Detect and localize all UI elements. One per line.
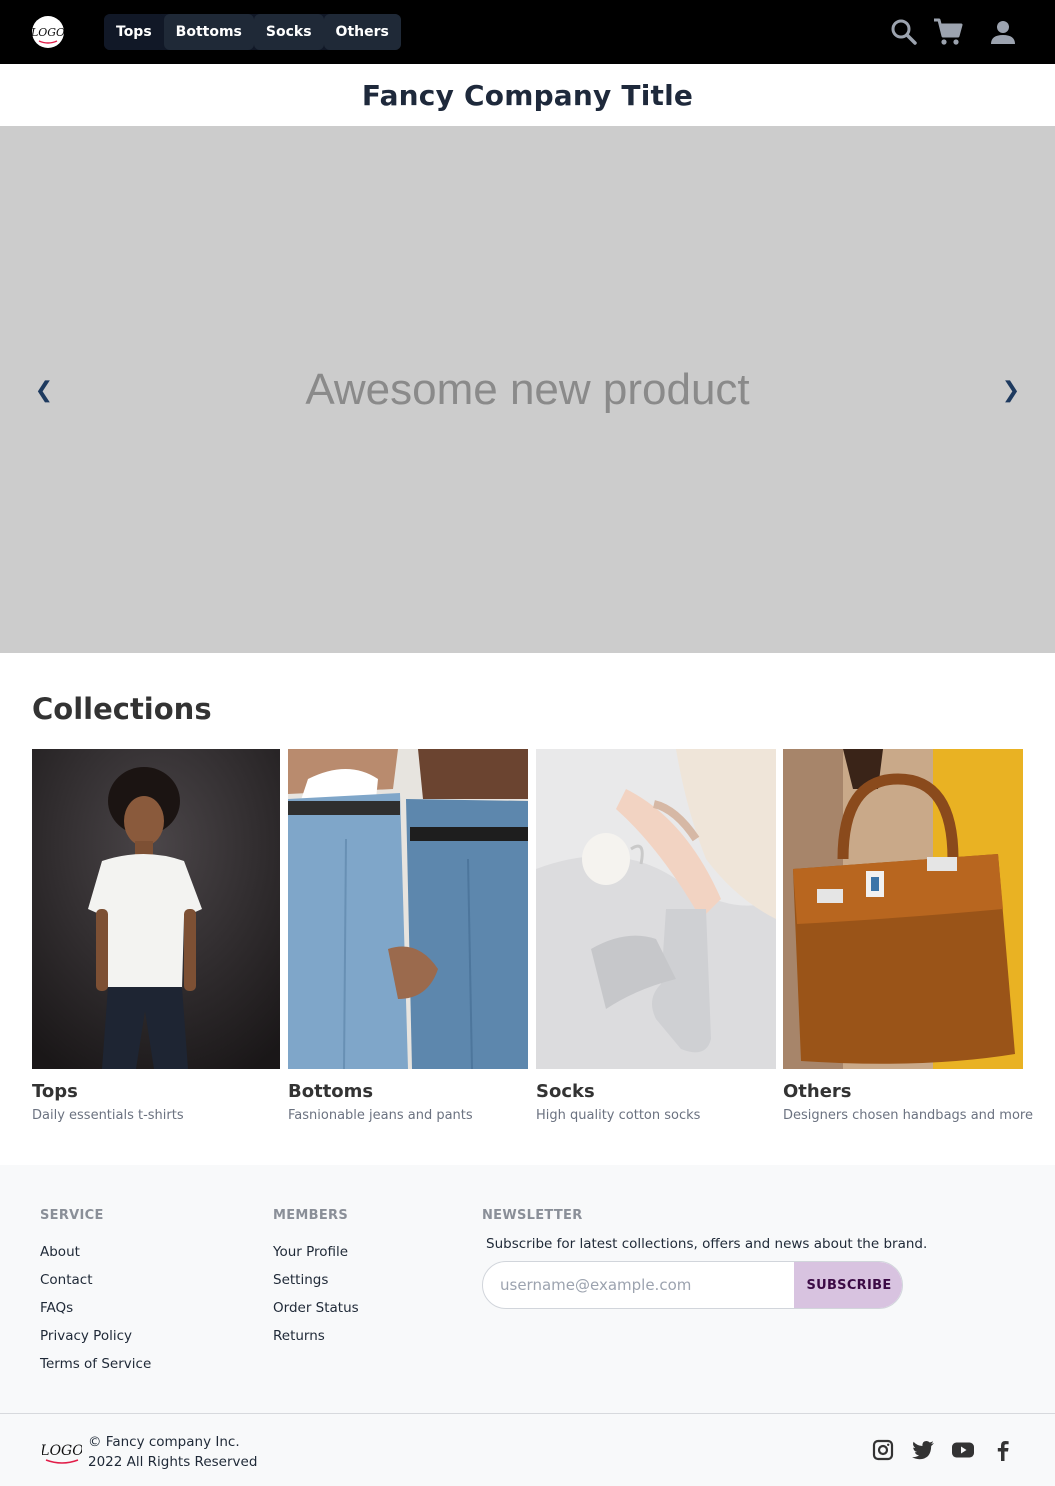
nav-tops[interactable]: Tops [104,14,164,50]
youtube-icon[interactable] [951,1438,975,1462]
collection-name: Bottoms [288,1081,374,1102]
collections-heading: Collections [32,692,212,726]
collection-description: High quality cotton socks [536,1108,701,1123]
collection-card-socks[interactable]: Socks High quality cotton socks [536,749,776,1123]
logo[interactable]: LOGO [32,16,64,48]
cart-icon[interactable] [932,16,964,48]
footer-link-terms-of-service[interactable]: Terms of Service [40,1356,151,1372]
collection-description: Designers chosen handbags and more [783,1108,1033,1123]
copyright: © Fancy company Inc. 2022 All Rights Res… [88,1432,257,1472]
svg-text:LOGO: LOGO [32,26,64,39]
instagram-icon[interactable] [871,1438,895,1462]
collection-card-others[interactable]: Others Designers chosen handbags and mor… [783,749,1033,1123]
nav-others[interactable]: Others [323,14,401,50]
footer-link-order-status[interactable]: Order Status [273,1300,359,1316]
footer-divider [0,1413,1055,1414]
collection-name: Socks [536,1081,595,1102]
title-bar: Fancy Company Title [0,64,1055,126]
footer-link-settings[interactable]: Settings [273,1272,328,1288]
hero-carousel: Awesome new product ❮ ❯ [0,126,1055,653]
facebook-icon[interactable] [991,1438,1015,1462]
newsletter-form: SUBSCRIBE [482,1261,903,1309]
service-heading: SERVICE [40,1208,104,1223]
category-nav: Tops Bottoms Socks Others [104,14,401,50]
footer-link-about[interactable]: About [40,1244,80,1260]
collection-card-tops[interactable]: Tops Daily essentials t-shirts [32,749,280,1123]
footer-link-contact[interactable]: Contact [40,1272,93,1288]
account-icon[interactable] [987,16,1019,48]
members-heading: MEMBERS [273,1208,349,1223]
logo-icon: LOGO [39,1443,84,1464]
nav-socks[interactable]: Socks [253,14,324,50]
top-navbar: LOGO Tops Bottoms Socks Others [0,0,1055,64]
page-title: Fancy Company Title [361,78,694,112]
bottoms-image [288,749,528,1069]
carousel-prev-button[interactable]: ❮ [32,376,56,404]
collection-name: Tops [32,1081,78,1102]
footer-logo: LOGO [39,1433,84,1467]
tops-image [32,749,280,1069]
carousel-next-button[interactable]: ❯ [999,376,1023,404]
others-image [783,749,1023,1069]
copyright-line: © Fancy company Inc. [88,1434,240,1450]
footer-link-faqs[interactable]: FAQs [40,1300,73,1316]
copyright-line: 2022 All Rights Reserved [88,1454,258,1470]
twitter-icon[interactable] [911,1438,935,1462]
collection-card-bottoms[interactable]: Bottoms Fasnionable jeans and pants [288,749,528,1123]
hero-text: Awesome new product [305,364,750,414]
subscribe-button[interactable]: SUBSCRIBE [794,1262,902,1308]
footer-link-returns[interactable]: Returns [273,1328,325,1344]
newsletter-note: Subscribe for latest collections, offers… [486,1236,928,1252]
nav-bottoms[interactable]: Bottoms [163,14,254,50]
footer-link-privacy-policy[interactable]: Privacy Policy [40,1328,132,1344]
collection-description: Fasnionable jeans and pants [288,1108,473,1123]
footer: SERVICE About Contact FAQs Privacy Polic… [0,1165,1055,1486]
collection-name: Others [783,1081,852,1102]
email-field[interactable] [483,1262,794,1308]
logo-icon: LOGO [32,26,64,44]
footer-link-your-profile[interactable]: Your Profile [273,1244,348,1260]
newsletter-heading: NEWSLETTER [482,1208,583,1223]
collection-description: Daily essentials t-shirts [32,1108,184,1123]
search-icon[interactable] [888,16,920,48]
svg-text:LOGO: LOGO [42,1443,82,1459]
socks-image [536,749,776,1069]
